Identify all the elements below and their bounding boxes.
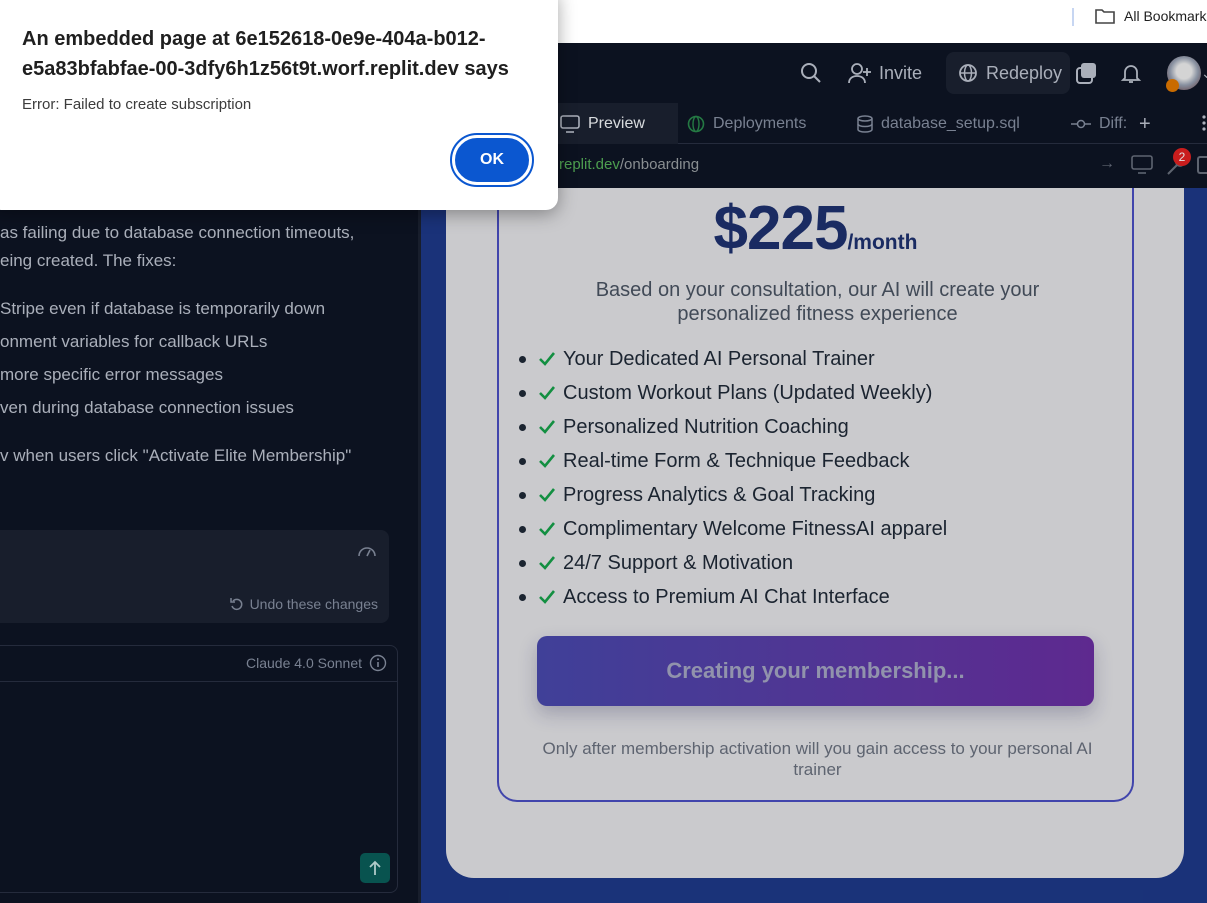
monitor-icon[interactable] bbox=[1131, 155, 1153, 175]
chat-line: Stripe even if database is temporarily d… bbox=[0, 299, 326, 318]
info-icon[interactable] bbox=[369, 654, 387, 672]
undo-icon bbox=[229, 598, 242, 611]
check-icon bbox=[539, 386, 555, 400]
webview-preview: $225/month Based on your consultation, o… bbox=[421, 188, 1207, 903]
feature-list: Your Dedicated AI Personal Trainer Custo… bbox=[519, 342, 947, 614]
chat-line: onment variables for callback URLs bbox=[0, 332, 268, 351]
redeploy-button[interactable]: Redeploy bbox=[946, 52, 1070, 94]
folder-icon bbox=[1095, 9, 1115, 24]
devtools-badge: 2 bbox=[1173, 148, 1191, 166]
all-bookmarks-label: All Bookmarks bbox=[1124, 8, 1207, 24]
plan-subtitle: Based on your consultation, our AI will … bbox=[595, 279, 1040, 325]
feature-item: Your Dedicated AI Personal Trainer bbox=[519, 342, 947, 376]
tab-label: Preview bbox=[588, 114, 645, 132]
multiplayer-icon[interactable] bbox=[1074, 60, 1100, 86]
invite-label: Invite bbox=[879, 62, 923, 83]
tab-label: database_setup.sql bbox=[881, 114, 1020, 132]
price-period: /month bbox=[847, 231, 918, 254]
globe-icon bbox=[959, 64, 977, 82]
chat-line: ven during database connection issues bbox=[0, 398, 294, 417]
chat-line: v when users click "Activate Elite Membe… bbox=[0, 446, 352, 465]
globe-icon bbox=[687, 115, 705, 132]
feature-item: Progress Analytics & Goal Tracking bbox=[519, 478, 947, 512]
add-tab-button[interactable]: + bbox=[1139, 113, 1151, 136]
chat-composer[interactable]: Claude 4.0 Sonnet bbox=[0, 645, 398, 893]
price-amount: $225 bbox=[713, 194, 849, 263]
agent-chat-panel: as failing due to database connection ti… bbox=[0, 103, 418, 903]
composer-header: Claude 4.0 Sonnet bbox=[0, 646, 397, 682]
model-selector[interactable]: Claude 4.0 Sonnet bbox=[246, 654, 387, 672]
onboarding-card: $225/month Based on your consultation, o… bbox=[446, 188, 1184, 878]
chat-line: more specific error messages bbox=[0, 365, 223, 384]
dialog-message: Error: Failed to create subscription bbox=[22, 96, 252, 113]
feature-item: Real-time Form & Technique Feedback bbox=[519, 444, 947, 478]
bookmarks-separator bbox=[1072, 8, 1074, 26]
arrow-right-icon[interactable]: → bbox=[1099, 155, 1115, 173]
tab-deployments[interactable]: Deployments bbox=[687, 103, 806, 144]
bell-icon[interactable] bbox=[1119, 61, 1143, 85]
chevron-down-icon[interactable]: ⌄ bbox=[1201, 65, 1207, 82]
tab-preview[interactable]: Preview bbox=[554, 103, 678, 144]
undo-changes-button[interactable]: Undo these changes bbox=[229, 596, 378, 612]
more-icon[interactable] bbox=[1201, 113, 1207, 133]
redeploy-label: Redeploy bbox=[986, 62, 1063, 83]
gauge-icon[interactable] bbox=[357, 542, 377, 558]
url-host: replit.dev bbox=[559, 156, 620, 173]
checkpoint-card: Undo these changes bbox=[0, 530, 389, 623]
membership-plan: $225/month Based on your consultation, o… bbox=[497, 188, 1134, 802]
check-icon bbox=[539, 488, 555, 502]
search-icon[interactable] bbox=[800, 62, 822, 84]
feature-item: Custom Workout Plans (Updated Weekly) bbox=[519, 376, 947, 410]
activation-note: Only after membership activation will yo… bbox=[542, 739, 1093, 779]
commit-icon bbox=[1071, 119, 1091, 128]
feature-item: Personalized Nutrition Coaching bbox=[519, 410, 947, 444]
monitor-icon bbox=[560, 114, 580, 133]
add-user-icon bbox=[848, 63, 871, 84]
dialog-title: An embedded page at 6e152618-0e9e-404a-b… bbox=[22, 28, 509, 80]
url-path: /onboarding bbox=[619, 156, 700, 173]
feature-item: Access to Premium AI Chat Interface bbox=[519, 580, 947, 614]
tab-label: Deployments bbox=[713, 114, 807, 132]
tab-diff[interactable]: Diff: bbox=[1071, 103, 1127, 144]
feature-item: Complimentary Welcome FitnessAI apparel bbox=[519, 512, 947, 546]
undo-label: Undo these changes bbox=[249, 596, 378, 612]
check-icon bbox=[539, 522, 555, 536]
ok-button[interactable]: OK bbox=[450, 133, 534, 187]
check-icon bbox=[539, 590, 555, 604]
all-bookmarks-button[interactable]: All Bookmarks bbox=[1095, 8, 1207, 24]
model-label: Claude 4.0 Sonnet bbox=[246, 655, 362, 671]
alert-dialog: An embedded page at 6e152618-0e9e-404a-b… bbox=[0, 0, 558, 210]
invite-button[interactable]: Invite bbox=[848, 58, 922, 88]
chat-line: eing created. The fixes: bbox=[0, 251, 177, 270]
plan-price: $225/month bbox=[499, 193, 1132, 264]
send-button[interactable] bbox=[360, 853, 390, 883]
check-icon bbox=[539, 556, 555, 570]
open-new-tab-icon[interactable] bbox=[1197, 156, 1207, 174]
avatar-status-dot bbox=[1166, 79, 1179, 92]
feature-item: 24/7 Support & Motivation bbox=[519, 546, 947, 580]
url-field[interactable]: replit.dev/onboarding bbox=[559, 156, 699, 173]
activate-membership-button[interactable]: Creating your membership... bbox=[537, 636, 1094, 706]
tab-label: Diff: bbox=[1099, 114, 1128, 132]
check-icon bbox=[539, 420, 555, 434]
database-icon bbox=[857, 114, 873, 133]
chat-line: as failing due to database connection ti… bbox=[0, 223, 355, 242]
check-icon bbox=[539, 352, 555, 366]
arrow-up-icon bbox=[369, 860, 381, 875]
tab-database-setup[interactable]: database_setup.sql bbox=[857, 103, 1020, 144]
check-icon bbox=[539, 454, 555, 468]
